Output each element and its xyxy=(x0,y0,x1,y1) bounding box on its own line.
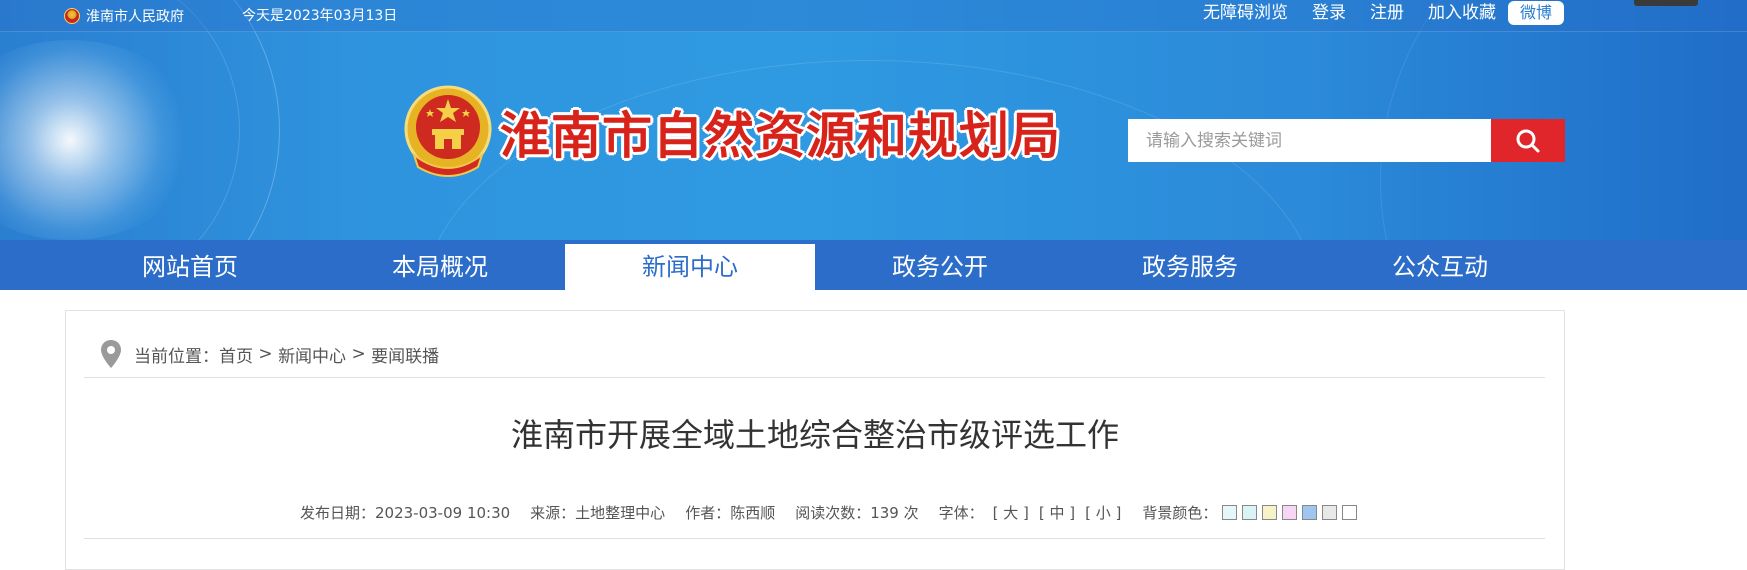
divider xyxy=(84,538,1545,539)
nav-item-services[interactable]: 政务服务 xyxy=(1065,244,1315,290)
bg-color-label: 背景颜色： xyxy=(1142,503,1218,522)
article-source: 来源：土地整理中心 xyxy=(530,503,666,522)
header-banner: 淮南市人民政府 今天是2023年03月13日 无障碍浏览 登录 注册 加入收藏 … xyxy=(0,0,1747,240)
breadcrumb-news[interactable]: 新闻中心 xyxy=(278,342,346,367)
breadcrumb-prefix: 当前位置： xyxy=(134,346,219,367)
mini-emblem-icon xyxy=(64,8,80,24)
weibo-button[interactable]: 微博 xyxy=(1507,1,1564,25)
register-link[interactable]: 注册 xyxy=(1370,0,1404,26)
nav-item-news[interactable]: 新闻中心 xyxy=(565,244,815,290)
nav-item-about[interactable]: 本局概况 xyxy=(315,244,565,290)
publish-date: 发布日期：2023-03-09 10:30 xyxy=(300,503,511,522)
font-medium-button[interactable]: [ 中 ] xyxy=(1039,502,1075,523)
font-small-button[interactable]: [ 小 ] xyxy=(1085,502,1121,523)
location-pin-icon xyxy=(101,340,121,368)
breadcrumb-current[interactable]: 要闻联播 xyxy=(371,342,439,367)
breadcrumb-separator: > xyxy=(346,344,372,364)
font-large-button[interactable]: [ 大 ] xyxy=(993,502,1029,523)
national-emblem-icon xyxy=(404,85,492,177)
font-size-label: 字体： xyxy=(938,503,984,522)
search-button[interactable] xyxy=(1491,119,1565,162)
top-links: 无障碍浏览 登录 注册 加入收藏 微博 xyxy=(1179,0,1564,26)
breadcrumb-separator: > xyxy=(253,344,279,364)
breadcrumb-home[interactable]: 首页 xyxy=(219,342,253,367)
bg-color-swatches xyxy=(1217,504,1358,520)
bg-color-swatch[interactable] xyxy=(1222,504,1238,520)
breadcrumb: 当前位置： 首页 > 新闻中心 > 要闻联播 xyxy=(100,337,439,371)
gov-link-label: 淮南市人民政府 xyxy=(86,9,184,25)
nav-item-gov-affairs[interactable]: 政务公开 xyxy=(815,244,1065,290)
search-input[interactable] xyxy=(1128,119,1491,162)
bg-color-swatch[interactable] xyxy=(1322,504,1338,520)
article-title: 淮南市开展全域土地综合整治市级评选工作 xyxy=(510,416,1119,454)
bookmark-link[interactable]: 加入收藏 xyxy=(1428,0,1496,26)
current-date: 今天是2023年03月13日 xyxy=(242,8,398,24)
read-count: 阅读次数：139 次 xyxy=(795,503,919,522)
site-title: 淮南市自然资源和规划局 xyxy=(500,106,1061,165)
top-bar: 淮南市人民政府 今天是2023年03月13日 无障碍浏览 登录 注册 加入收藏 … xyxy=(0,0,1747,32)
bg-color-swatch[interactable] xyxy=(1302,504,1318,520)
nav-item-interaction[interactable]: 公众互动 xyxy=(1315,244,1565,290)
bg-color-swatch[interactable] xyxy=(1242,504,1258,520)
nav-item-home[interactable]: 网站首页 xyxy=(65,244,315,290)
article-author: 作者：陈西顺 xyxy=(685,503,776,522)
login-link[interactable]: 登录 xyxy=(1312,0,1346,26)
divider xyxy=(84,377,1545,378)
corner-tab xyxy=(1634,0,1698,6)
article-meta: 发布日期：2023-03-09 10:30 来源：土地整理中心 作者：陈西顺 阅… xyxy=(300,500,1358,524)
accessibility-link[interactable]: 无障碍浏览 xyxy=(1203,0,1288,26)
bg-color-swatch[interactable] xyxy=(1282,504,1298,520)
search-icon xyxy=(1516,129,1540,152)
gov-portal-link[interactable]: 淮南市人民政府 xyxy=(64,3,184,29)
banner-arc xyxy=(0,0,240,240)
main-nav: 网站首页 本局概况 新闻中心 政务公开 政务服务 公众互动 xyxy=(0,240,1747,290)
bg-color-swatch[interactable] xyxy=(1262,504,1278,520)
bg-color-swatch[interactable] xyxy=(1342,504,1358,520)
